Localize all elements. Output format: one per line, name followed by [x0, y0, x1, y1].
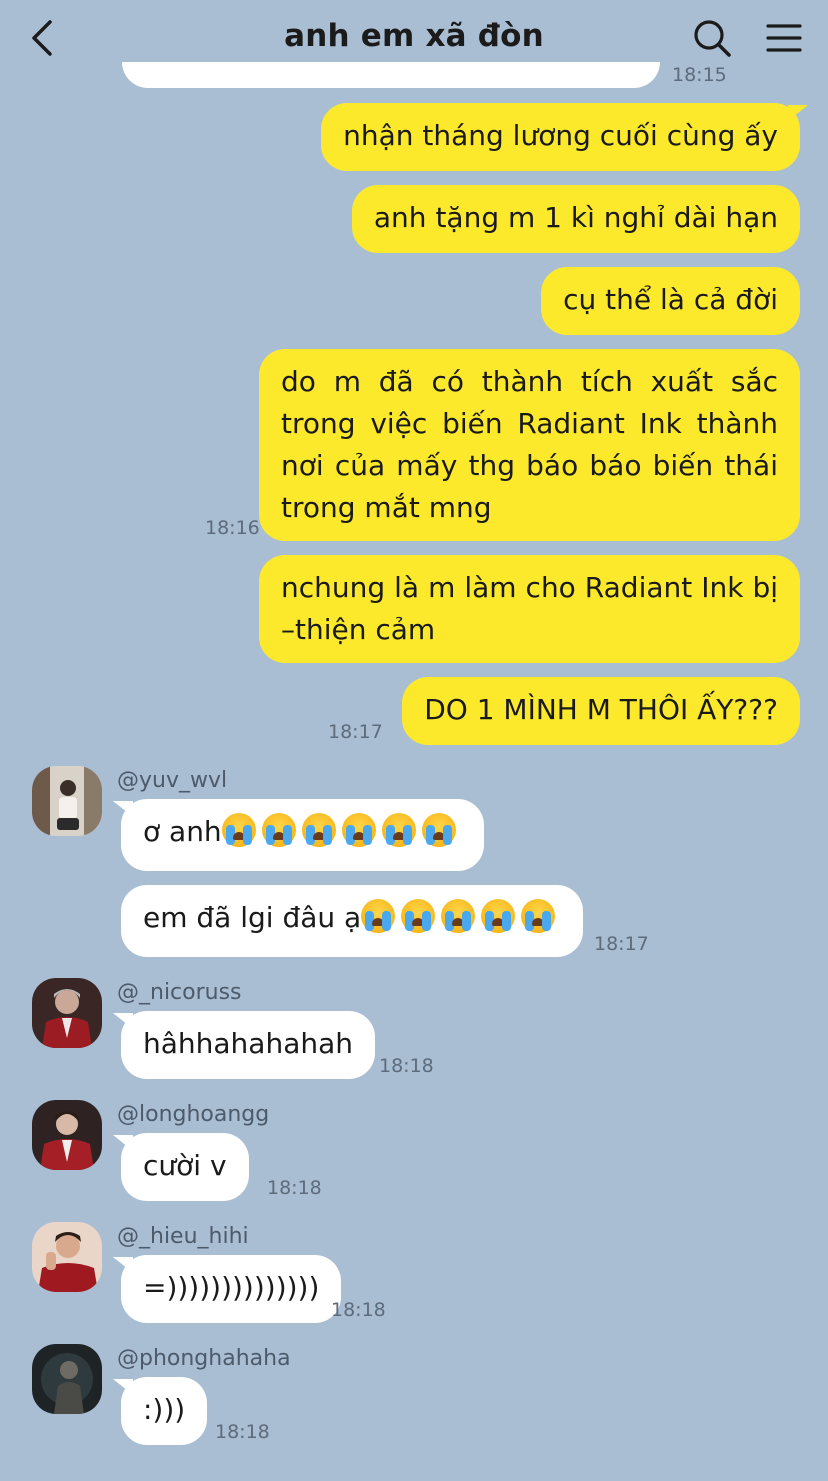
crying-face-emoji	[401, 899, 436, 933]
message-text: anh tặng m 1 kì nghỉ dài hạn	[373, 201, 778, 234]
avatar-nicoruss[interactable]	[32, 978, 102, 1048]
crying-face-emoji	[301, 813, 336, 847]
message-time: 18:18	[331, 1299, 386, 1321]
username-label: @longhoangg	[117, 1102, 270, 1127]
message-text: cụ thể là cả đời	[563, 283, 778, 316]
menu-button[interactable]	[764, 20, 804, 56]
message-text: ơ anh	[143, 815, 222, 848]
crying-face-emoji	[481, 899, 516, 933]
message-time: 18:18	[267, 1177, 322, 1199]
my-message-bubble[interactable]: nhận tháng lương cuối cùng ấy	[321, 103, 808, 171]
other-message-bubble[interactable]: =))))))))))))))	[112, 1255, 342, 1323]
message-time: 18:17	[594, 933, 649, 955]
username-label: @yuv_wvl	[117, 768, 228, 793]
username-label: @_nicoruss	[117, 980, 242, 1005]
crying-face-emoji	[221, 813, 256, 847]
other-message-bubble[interactable]: em đã lgi đâu ạ	[121, 885, 584, 957]
message-text: =))))))))))))))	[143, 1271, 320, 1304]
message-text: nchung là m làm cho Radiant Ink bị –thiệ…	[281, 571, 778, 646]
message-time: 18:18	[379, 1055, 434, 1077]
avatar-image	[32, 978, 102, 1048]
message-text: cười v	[143, 1149, 227, 1182]
menu-icon	[766, 24, 802, 52]
my-message-bubble[interactable]: cụ thể là cả đời	[541, 267, 800, 335]
other-message-bubble[interactable]: ơ anh	[113, 799, 484, 871]
avatar-image	[32, 1222, 102, 1292]
avatar-yuv[interactable]	[32, 766, 102, 836]
username-label: @_hieu_hihi	[117, 1224, 249, 1249]
crying-face-emoji	[441, 899, 476, 933]
message-text: :)))	[143, 1393, 186, 1426]
other-message-bubble[interactable]: :)))	[112, 1377, 208, 1445]
search-icon	[694, 20, 731, 57]
other-message-bubble[interactable]: cười v	[113, 1133, 249, 1201]
my-message-bubble[interactable]: do m đã có thành tích xuất sắc trong việ…	[259, 349, 800, 541]
username-label: @phonghahaha	[117, 1346, 291, 1371]
avatar-longhoangg[interactable]	[32, 1100, 102, 1170]
message-time: 18:16	[205, 517, 260, 539]
my-message-bubble[interactable]: anh tặng m 1 kì nghỉ dài hạn	[351, 185, 800, 253]
message-text: do m đã có thành tích xuất sắc trong việ…	[281, 365, 778, 524]
avatar-hieu[interactable]	[32, 1222, 102, 1292]
crying-face-emoji	[261, 813, 296, 847]
message-text: hâhhahahahah	[143, 1027, 354, 1060]
avatar-image	[32, 766, 102, 836]
chat-header: anh em xã đòn	[0, 0, 828, 76]
avatar-phong[interactable]	[32, 1344, 102, 1414]
search-button[interactable]	[692, 18, 732, 58]
avatar-image	[32, 1100, 102, 1170]
crying-face-emoji	[361, 899, 396, 933]
crying-face-emoji	[521, 899, 556, 933]
message-text: DO 1 MÌNH M THÔI ẤY???	[424, 693, 778, 726]
crying-face-emoji	[421, 813, 456, 847]
avatar-image	[32, 1344, 102, 1414]
crying-face-emoji	[341, 813, 376, 847]
message-text: nhận tháng lương cuối cùng ấy	[343, 119, 778, 152]
my-message-bubble[interactable]: nchung là m làm cho Radiant Ink bị –thiệ…	[259, 555, 800, 663]
other-message-bubble[interactable]: hâhhahahahah	[112, 1011, 376, 1079]
my-message-bubble[interactable]: DO 1 MÌNH M THÔI ẤY???	[402, 677, 800, 745]
message-time: 18:17	[328, 721, 383, 743]
crying-face-emoji	[381, 813, 416, 847]
message-text: em đã lgi đâu ạ	[143, 901, 362, 934]
message-time: 18:18	[215, 1421, 270, 1443]
